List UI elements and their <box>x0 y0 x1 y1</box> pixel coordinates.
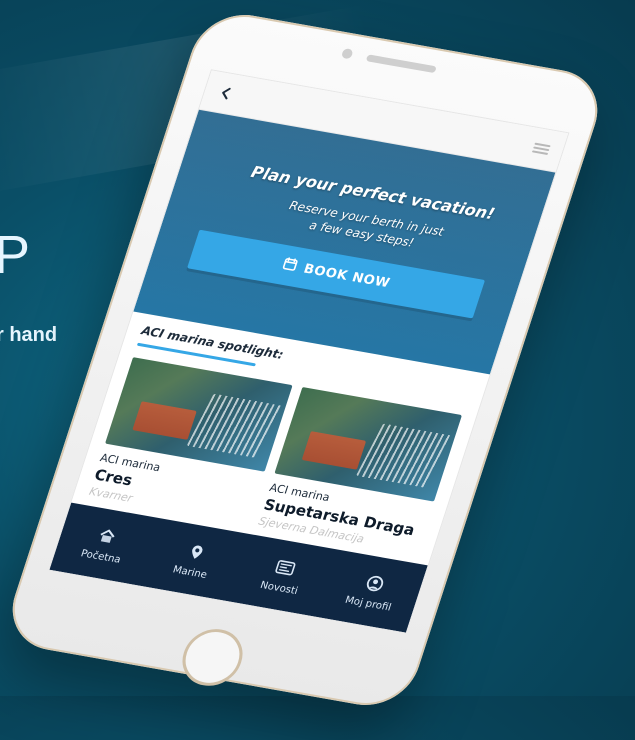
front-camera <box>340 48 354 60</box>
phone-mockup: Plan your perfect vacation! Reserve your… <box>0 0 635 740</box>
back-icon[interactable] <box>212 81 241 106</box>
roof-shape <box>132 401 197 440</box>
dock-shape <box>186 393 283 458</box>
phone-body: Plan your perfect vacation! Reserve your… <box>0 7 610 713</box>
roof-shape <box>301 431 367 470</box>
home-button[interactable] <box>174 624 251 691</box>
marina-card[interactable]: ACI marina Cres Kvarner <box>88 357 293 525</box>
app-screen: Plan your perfect vacation! Reserve your… <box>48 69 570 634</box>
book-now-label: BOOK NOW <box>301 261 392 291</box>
menu-icon[interactable] <box>527 136 556 161</box>
marina-card[interactable]: ACI marina Supetarska Draga Sjeverna Dal… <box>257 386 463 555</box>
nav-item-marine[interactable]: Marine <box>149 535 240 585</box>
earpiece-speaker <box>365 54 437 74</box>
nav-item-novosti[interactable]: Novosti <box>238 550 329 600</box>
nav-item-moj-profil[interactable]: Moj profil <box>327 566 418 616</box>
nav-item-pocetna[interactable]: Početna <box>60 519 151 569</box>
dock-shape <box>356 423 453 488</box>
calendar-icon <box>280 256 299 276</box>
marina-thumbnail <box>274 386 463 502</box>
marina-thumbnail <box>105 357 293 472</box>
